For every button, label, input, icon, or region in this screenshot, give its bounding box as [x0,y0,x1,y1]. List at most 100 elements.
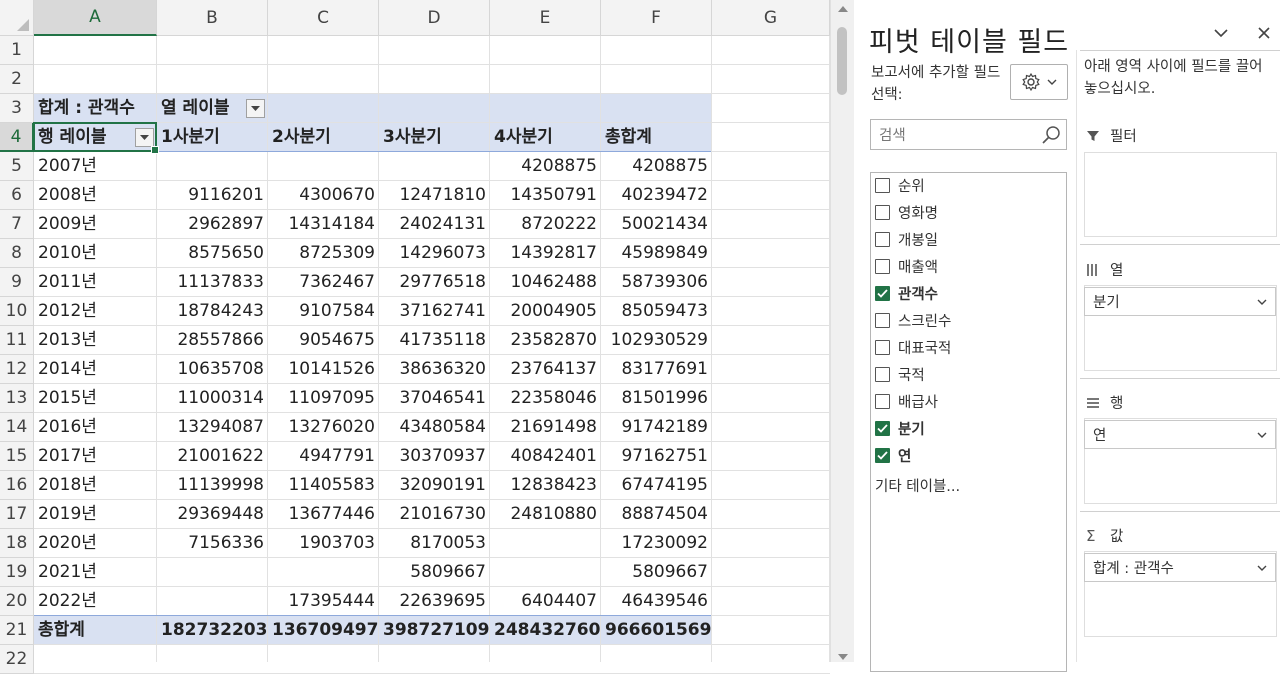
field-item[interactable]: 매출액 [875,255,938,277]
pivot-year-label[interactable]: 2011년 [34,268,157,297]
filter-drop-area[interactable] [1084,152,1277,237]
pivot-quarter-header[interactable]: 1사분기 [157,123,268,152]
pivot-value-cell[interactable]: 37162741 [379,297,490,326]
pivot-value-cell[interactable]: 23582870 [490,326,601,355]
field-search-input[interactable]: 검색 [870,119,1067,150]
column-header-e[interactable]: E [490,0,601,36]
field-checkbox[interactable] [875,285,890,301]
pivot-value-cell[interactable] [268,558,379,587]
pivot-year-label[interactable]: 2017년 [34,442,157,471]
pivot-grand-total-cell[interactable]: 136709497 [268,616,379,645]
row-header-6[interactable]: 6 [0,181,34,210]
pivot-value-cell[interactable]: 28557866 [157,326,268,355]
vertical-scrollbar[interactable] [830,0,854,662]
pivot-value-cell[interactable]: 4208875 [601,152,712,181]
field-checkbox[interactable] [875,366,890,382]
column-header-d[interactable]: D [379,0,490,36]
field-checkbox[interactable] [875,258,890,274]
pivot-value-cell[interactable]: 11137833 [157,268,268,297]
pivot-value-cell[interactable] [490,558,601,587]
pivot-value-cell[interactable]: 21001622 [157,442,268,471]
row-header-3[interactable]: 3 [0,94,34,123]
pivot-grand-total-cell[interactable]: 398727109 [379,616,490,645]
pivot-value-cell[interactable]: 12471810 [379,181,490,210]
pivot-value-cell[interactable]: 14314184 [268,210,379,239]
field-item[interactable]: 배급사 [875,390,938,412]
pivot-value-cell[interactable]: 81501996 [601,384,712,413]
rows-field-pill[interactable]: 연 [1084,420,1276,449]
row-header-8[interactable]: 8 [0,239,34,268]
pivot-value-cell[interactable]: 88874504 [601,500,712,529]
pivot-value-cell[interactable]: 50021434 [601,210,712,239]
pivot-value-cell[interactable]: 6404407 [490,587,601,616]
pivot-year-label[interactable]: 2008년 [34,181,157,210]
pivot-value-cell[interactable]: 37046541 [379,384,490,413]
row-header-13[interactable]: 13 [0,384,34,413]
pivot-value-cell[interactable]: 23764137 [490,355,601,384]
pivot-value-cell[interactable]: 9107584 [268,297,379,326]
pivot-value-cell[interactable]: 40239472 [601,181,712,210]
column-header-g[interactable]: G [712,0,830,36]
pivot-value-cell[interactable]: 18784243 [157,297,268,326]
values-field-pill[interactable]: 합계 : 관객수 [1084,553,1276,582]
column-header-b[interactable]: B [157,0,268,36]
pivot-value-cell[interactable]: 5809667 [601,558,712,587]
field-item[interactable]: 대표국적 [875,336,951,358]
row-header-20[interactable]: 20 [0,587,34,616]
row-header-7[interactable]: 7 [0,210,34,239]
row-header-14[interactable]: 14 [0,413,34,442]
field-list[interactable]: 순위 영화명 개봉일 매출액 관객수 스크린수 대표국적 국적 배급사 분기 연 기타 테이블... [870,172,1067,672]
row-header-9[interactable]: 9 [0,268,34,297]
field-item[interactable]: 스크린수 [875,309,951,331]
pivot-year-label[interactable]: 2014년 [34,355,157,384]
scroll-thumb[interactable] [837,27,847,95]
pivot-year-label[interactable]: 2021년 [34,558,157,587]
column-header-f[interactable]: F [601,0,712,36]
field-item[interactable]: 관객수 [875,282,938,304]
field-item[interactable]: 개봉일 [875,228,938,250]
spreadsheet-grid[interactable]: A B C D E F G 1 2 3 4 5 6 7 8 9 10 11 12 13 14 15 16 17 18 19 20 21… [0,0,830,674]
pivot-value-cell[interactable]: 21016730 [379,500,490,529]
pivot-value-cell[interactable]: 40842401 [490,442,601,471]
pivot-value-cell[interactable]: 24810880 [490,500,601,529]
select-all-button[interactable] [0,0,34,36]
pivot-grand-total-cell[interactable]: 966601569 [601,616,712,645]
row-header-22[interactable]: 22 [0,645,34,674]
pivot-quarter-header[interactable]: 3사분기 [379,123,490,152]
column-filter-dropdown[interactable] [246,99,265,118]
field-checkbox[interactable] [875,312,890,328]
field-item[interactable]: 순위 [875,174,925,196]
pivot-value-cell[interactable]: 32090191 [379,471,490,500]
pivot-year-label[interactable]: 2009년 [34,210,157,239]
row-header-16[interactable]: 16 [0,471,34,500]
pivot-value-cell[interactable]: 4300670 [268,181,379,210]
scroll-up-icon[interactable] [838,6,848,12]
pivot-value-cell[interactable]: 41735118 [379,326,490,355]
pivot-value-cell[interactable] [490,529,601,558]
pivot-value-cell[interactable]: 8575650 [157,239,268,268]
pivot-year-label[interactable]: 2020년 [34,529,157,558]
pivot-year-label[interactable]: 2015년 [34,384,157,413]
pivot-quarter-header[interactable]: 4사분기 [490,123,601,152]
field-checkbox[interactable] [875,339,890,355]
field-settings-button[interactable] [1010,64,1068,100]
field-checkbox[interactable] [875,420,890,436]
more-tables-link[interactable]: 기타 테이블... [875,475,960,496]
pivot-value-cell[interactable]: 8725309 [268,239,379,268]
pivot-grand-total-label[interactable]: 총합계 [34,616,157,645]
pivot-value-cell[interactable]: 97162751 [601,442,712,471]
pivot-value-cell[interactable]: 46439546 [601,587,712,616]
pivot-value-cell[interactable]: 11405583 [268,471,379,500]
pivot-value-cell[interactable]: 11097095 [268,384,379,413]
pivot-value-cell[interactable]: 8170053 [379,529,490,558]
pivot-value-cell[interactable]: 4947791 [268,442,379,471]
row-header-12[interactable]: 12 [0,355,34,384]
pivot-value-cell[interactable]: 17395444 [268,587,379,616]
pivot-value-cell[interactable]: 91742189 [601,413,712,442]
pivot-value-cell[interactable]: 14350791 [490,181,601,210]
row-header-18[interactable]: 18 [0,529,34,558]
pivot-year-label[interactable]: 2012년 [34,297,157,326]
pivot-value-cell[interactable]: 22639695 [379,587,490,616]
pivot-value-cell[interactable]: 10462488 [490,268,601,297]
pivot-value-cell[interactable]: 11000314 [157,384,268,413]
